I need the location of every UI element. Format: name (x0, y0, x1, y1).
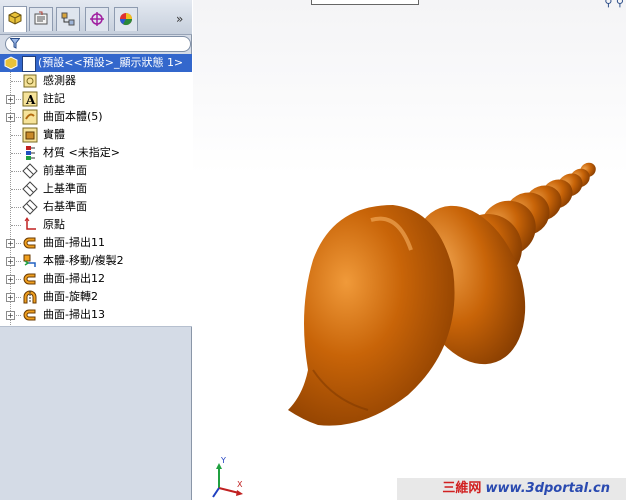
surface-revolve-icon (23, 290, 37, 304)
surface-sweep-icon (23, 237, 36, 249)
filter-icon (10, 38, 20, 49)
tab-display-manager[interactable] (114, 7, 138, 31)
surface-bodies-icon (22, 109, 38, 125)
tree-item-sensors[interactable]: 感測器 (0, 72, 192, 90)
tree-item-label: 曲面-掃出12 (43, 272, 105, 285)
tab-property-manager[interactable] (29, 7, 53, 31)
origin-icon (24, 217, 36, 230)
tab-configuration-manager[interactable] (56, 7, 80, 31)
tree-item-move-copy-body2[interactable]: + 本體-移動/複製2 (0, 252, 192, 270)
tree-item-label: 曲面-旋轉2 (43, 290, 98, 303)
feature-tree: (預設<<預設>_顯示狀態 1> 感測器 + A 註記 + 曲面本體(5) 實體… (0, 54, 192, 327)
tree-item-annotations[interactable]: + A 註記 (0, 90, 192, 108)
tree-item-label: 本體-移動/複製2 (43, 254, 124, 267)
tree-item-origin[interactable]: 原點 (0, 216, 192, 234)
tree-item-solid-bodies[interactable]: 實體 (0, 126, 192, 144)
material-icon (26, 146, 35, 160)
move-copy-body-icon (23, 254, 36, 267)
tree-item-label: 感測器 (43, 74, 76, 87)
graphics-area[interactable]: ⚲ ⚲ (193, 0, 626, 500)
tree-item-label: 曲面-掃出13 (43, 308, 105, 321)
triad-y-label: Y (220, 456, 226, 465)
panel-tab-bar: » (0, 0, 192, 35)
tree-item-right-plane[interactable]: 右基準面 (0, 198, 192, 216)
tree-item-label: 右基準面 (43, 200, 87, 213)
plane-icon (22, 181, 38, 197)
property-manager-icon (34, 11, 48, 25)
watermark-url: www.3dportal.cn (485, 481, 610, 496)
tree-item-label: 曲面-掃出11 (43, 236, 105, 249)
tree-item-label: 註記 (43, 92, 65, 105)
plane-icon (22, 163, 38, 179)
tree-item-top-plane[interactable]: 上基準面 (0, 180, 192, 198)
tree-item-label: 上基準面 (43, 182, 87, 195)
tree-item-front-plane[interactable]: 前基準面 (0, 162, 192, 180)
feature-manager-icon (8, 11, 22, 25)
tree-root-label: (預設<<預設>_顯示狀態 1> (38, 56, 184, 69)
watermark: 三維网 www.3dportal.cn (397, 478, 626, 500)
configuration-manager-icon (61, 12, 75, 26)
part-icon (4, 56, 18, 70)
tab-dimxpert[interactable] (85, 7, 109, 31)
triad-x-label: X (237, 480, 243, 489)
annotation-icon: A (22, 91, 38, 107)
tree-item-surface-revolve2[interactable]: + 曲面-旋轉2 (0, 288, 192, 306)
feature-filter-input[interactable] (5, 36, 191, 52)
surface-sweep-icon (23, 309, 36, 321)
display-manager-icon (120, 13, 132, 26)
watermark-chinese: 三維网 (442, 481, 482, 496)
tree-item-label: 曲面本體(5) (43, 110, 103, 123)
feature-manager-panel: » (預設<<預設>_顯示狀態 1> 感測器 + A 註記 + 曲面本體(5) … (0, 0, 192, 500)
more-tabs-button[interactable]: » (176, 12, 183, 26)
coordinate-triad: Y X (212, 456, 243, 498)
tree-item-surface-sweep12[interactable]: + 曲面-掃出12 (0, 270, 192, 288)
surface-sweep-icon (23, 273, 36, 285)
solid-bodies-icon (22, 127, 38, 143)
tree-item-label: 材質 <未指定> (43, 146, 120, 159)
tree-item-label: 前基準面 (43, 164, 87, 177)
tree-item-material[interactable]: 材質 <未指定> (0, 144, 192, 162)
tree-root-part[interactable]: (預設<<預設>_顯示狀態 1> (0, 54, 192, 72)
tree-item-surface-bodies[interactable]: + 曲面本體(5) (0, 108, 192, 126)
shell-model (288, 162, 596, 426)
tree-item-surface-sweep13[interactable]: + 曲面-掃出13 (0, 306, 192, 324)
sensor-icon (23, 74, 37, 88)
tab-feature-manager[interactable] (3, 6, 27, 32)
tree-item-label: 實體 (43, 128, 65, 141)
part-doc-icon (22, 56, 36, 72)
tree-item-label: 原點 (43, 218, 65, 231)
dimxpert-icon (90, 12, 104, 26)
svg-text:A: A (25, 93, 36, 107)
plane-icon (22, 199, 38, 215)
tree-item-surface-sweep11[interactable]: + 曲面-掃出11 (0, 234, 192, 252)
